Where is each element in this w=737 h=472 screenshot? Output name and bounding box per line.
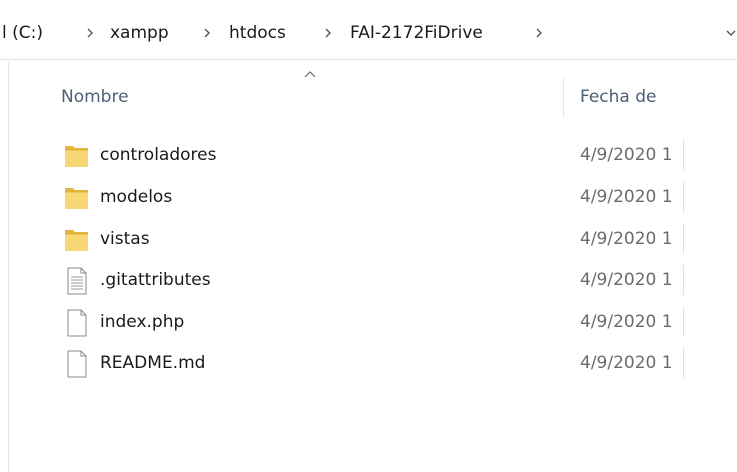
column-divider[interactable]	[563, 78, 564, 118]
file-date: 4/9/2020 1	[580, 229, 673, 249]
file-row-gitattributes[interactable]: .gitattributes 4/9/2020 1	[58, 259, 698, 299]
column-header-date[interactable]: Fecha de	[580, 86, 657, 108]
file-icon	[64, 350, 90, 378]
file-date: 4/9/2020 1	[580, 312, 673, 332]
address-bar[interactable]: l (C:) xampp htdocs FAI-2172FiDrive	[0, 0, 737, 60]
folder-icon	[64, 184, 90, 212]
breadcrumb-htdocs[interactable]: htdocs	[229, 22, 286, 44]
chevron-right-icon[interactable]	[201, 24, 213, 42]
column-divider	[683, 348, 684, 378]
file-row-modelos[interactable]: modelos 4/9/2020 1	[58, 176, 698, 216]
file-date: 4/9/2020 1	[580, 187, 673, 207]
column-header-name[interactable]: Nombre	[61, 86, 129, 108]
file-name: vistas	[100, 229, 150, 249]
folder-icon	[64, 142, 90, 170]
navigation-pane-edge	[0, 62, 9, 472]
text-file-icon	[64, 267, 90, 295]
chevron-down-icon[interactable]	[724, 25, 737, 41]
file-name: README.md	[100, 353, 206, 373]
file-row-readme[interactable]: README.md 4/9/2020 1	[58, 342, 698, 382]
sort-ascending-icon	[303, 64, 317, 78]
chevron-right-icon[interactable]	[322, 24, 334, 42]
breadcrumb-drive[interactable]: l (C:)	[2, 22, 43, 44]
column-divider	[683, 307, 684, 337]
file-name: index.php	[100, 312, 185, 332]
breadcrumb-current-folder[interactable]: FAI-2172FiDrive	[350, 22, 483, 44]
chevron-right-icon[interactable]	[84, 24, 96, 42]
folder-icon	[64, 226, 90, 254]
file-date: 4/9/2020 1	[580, 353, 673, 373]
file-date: 4/9/2020 1	[580, 270, 673, 290]
file-row-controladores[interactable]: controladores 4/9/2020 1	[58, 134, 698, 174]
breadcrumb-xampp[interactable]: xampp	[110, 22, 169, 44]
column-divider	[683, 224, 684, 254]
column-divider	[683, 182, 684, 212]
file-name: controladores	[100, 145, 217, 165]
file-name: modelos	[100, 187, 173, 207]
file-row-index-php[interactable]: index.php 4/9/2020 1	[58, 301, 698, 341]
file-icon	[64, 309, 90, 337]
file-row-vistas[interactable]: vistas 4/9/2020 1	[58, 218, 698, 258]
file-name: .gitattributes	[100, 270, 211, 290]
column-divider	[683, 265, 684, 295]
file-date: 4/9/2020 1	[580, 145, 673, 165]
column-divider	[683, 140, 684, 170]
chevron-right-icon[interactable]	[533, 24, 545, 42]
